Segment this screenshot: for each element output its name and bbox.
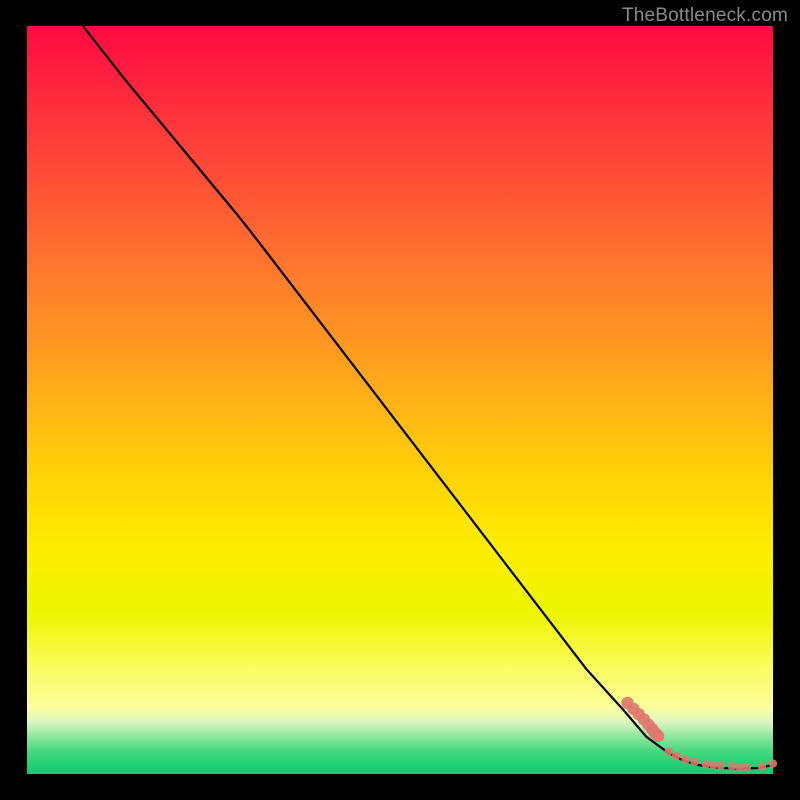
data-marker [717, 762, 725, 770]
data-marker [702, 760, 710, 768]
data-marker [664, 747, 672, 755]
data-marker [709, 761, 717, 769]
plot-overlay [27, 26, 773, 774]
data-marker [652, 730, 664, 742]
data-marker [672, 752, 680, 760]
watermark-text: TheBottleneck.com [622, 5, 788, 27]
data-marker [758, 762, 766, 770]
chart-frame: TheBottleneck.com [0, 0, 800, 800]
data-marker [690, 758, 698, 766]
data-marker [728, 762, 736, 770]
bottleneck-curve-line [83, 26, 773, 769]
data-marker [682, 756, 690, 764]
data-marker [743, 763, 751, 771]
data-marker [769, 759, 777, 767]
data-marker [735, 763, 743, 771]
bottleneck-curve [83, 26, 773, 769]
